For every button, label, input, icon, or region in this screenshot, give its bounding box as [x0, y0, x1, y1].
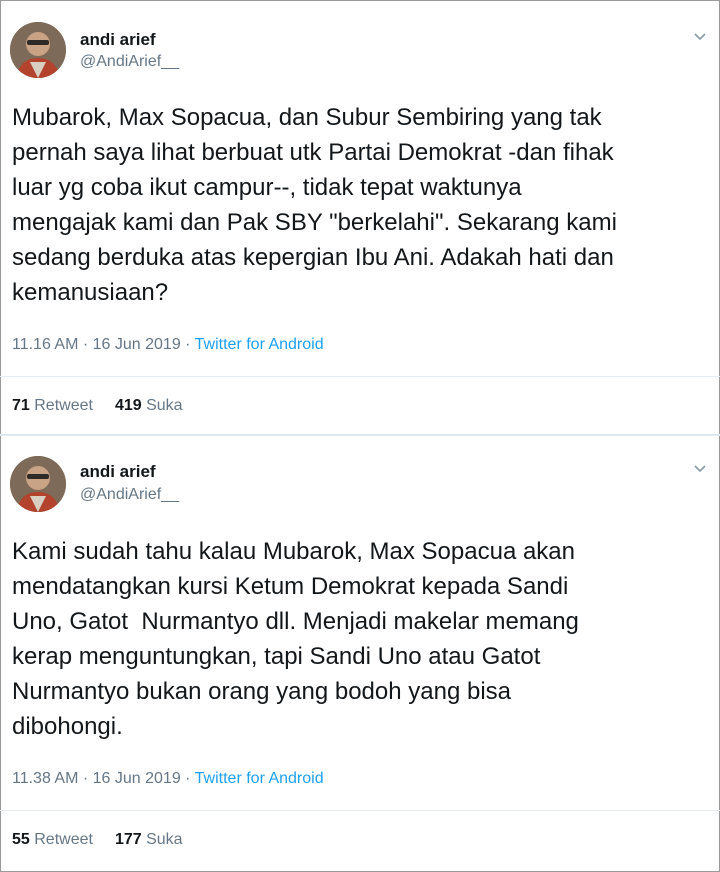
user-handle[interactable]: @AndiArief__	[80, 53, 179, 71]
tweet-meta: 11.16 AM · 16 Jun 2019 · Twitter for And…	[12, 336, 324, 354]
like-count: 177	[114, 831, 142, 848]
display-name[interactable]: andi arief	[80, 462, 156, 482]
chevron-down-icon[interactable]	[692, 460, 708, 476]
like-stat[interactable]: 419 Suka	[115, 397, 183, 414]
tweet-date[interactable]: 16 Jun 2019	[93, 770, 181, 787]
tweet-source-link[interactable]: Twitter for Android	[195, 336, 324, 353]
tweet-meta: 11.38 AM · 16 Jun 2019 · Twitter for And…	[12, 770, 324, 788]
meta-separator: ·	[78, 770, 93, 787]
retweet-stat[interactable]: 71 Retweet	[12, 397, 93, 414]
like-label: Suka	[146, 831, 183, 848]
user-handle[interactable]: @AndiArief__	[80, 486, 179, 504]
retweet-count: 71	[12, 397, 30, 414]
tweet-source-link[interactable]: Twitter for Android	[195, 770, 324, 787]
divider	[0, 810, 720, 811]
avatar[interactable]	[10, 456, 66, 512]
meta-separator: ·	[180, 770, 195, 787]
display-name[interactable]: andi arief	[80, 30, 156, 50]
tweet-time[interactable]: 11.38 AM	[12, 770, 78, 787]
retweet-label: Retweet	[34, 831, 93, 848]
chevron-down-icon[interactable]	[692, 28, 708, 44]
tweet-time[interactable]: 11.16 AM	[12, 336, 78, 353]
meta-separator: ·	[78, 336, 93, 353]
tweet-text: Kami sudah tahu kalau Mubarok, Max Sopac…	[12, 538, 579, 740]
tweet-stats: 55 Retweet 177 Suka	[12, 831, 183, 849]
divider	[0, 376, 720, 377]
tweet-1: andi arief @AndiArief__ Mubarok, Max Sop…	[0, 0, 720, 434]
like-stat[interactable]: 177 Suka	[115, 831, 183, 848]
like-count: 419	[114, 397, 142, 414]
retweet-count: 55	[12, 831, 30, 848]
retweet-stat[interactable]: 55 Retweet	[12, 831, 93, 848]
retweet-label: Retweet	[34, 397, 93, 414]
tweet-text: Mubarok, Max Sopacua, dan Subur Sembirin…	[12, 104, 617, 306]
like-label: Suka	[146, 397, 183, 414]
tweet-stats: 71 Retweet 419 Suka	[12, 397, 183, 415]
tweet-2: andi arief @AndiArief__ Kami sudah tahu …	[0, 436, 720, 872]
tweet-date[interactable]: 16 Jun 2019	[93, 336, 181, 353]
avatar[interactable]	[10, 22, 66, 78]
meta-separator: ·	[180, 336, 195, 353]
